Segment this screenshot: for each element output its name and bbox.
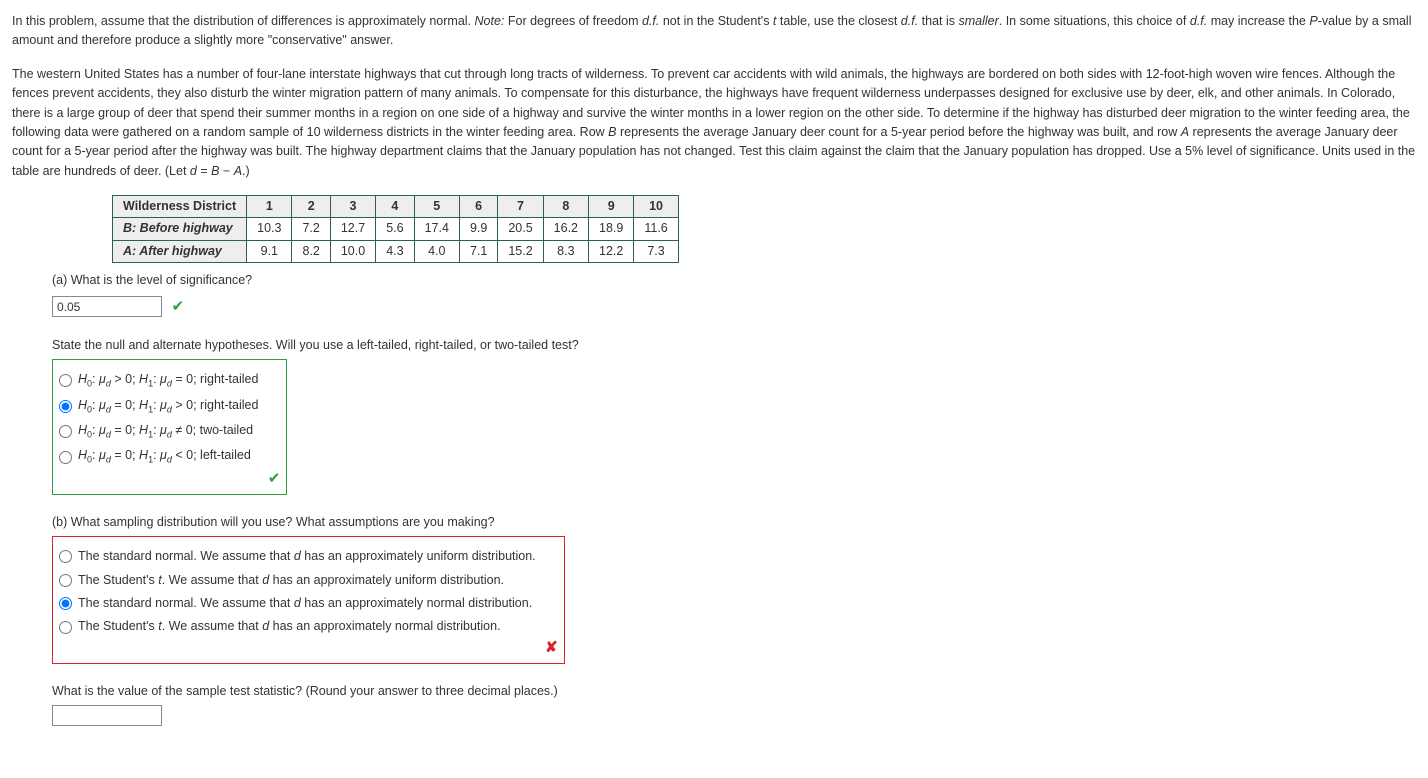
hypo-option-2[interactable]: H0: μd = 0; H1: μd > 0; right-tailed: [59, 396, 258, 417]
col-header: 7: [498, 196, 543, 218]
intro-paragraph-2: The western United States has a number o…: [12, 65, 1416, 181]
cell: 18.9: [589, 218, 634, 240]
row-header-after: A: After highway: [113, 240, 247, 262]
text: For degrees of freedom: [504, 14, 642, 28]
hypo-option-1[interactable]: H0: μd > 0; H1: μd = 0; right-tailed: [59, 370, 258, 391]
cell: 7.1: [459, 240, 497, 262]
hypothesis-question-text: State the null and alternate hypotheses.…: [52, 336, 1416, 355]
cell: 9.9: [459, 218, 497, 240]
table-corner-header: Wilderness District: [113, 196, 247, 218]
col-header: 5: [414, 196, 459, 218]
a-italic: A: [234, 164, 242, 178]
cell: 5.6: [376, 218, 414, 240]
distribution-options: The standard normal. We assume that d ha…: [52, 536, 565, 664]
cell: 10.3: [247, 218, 292, 240]
df-italic: d.f.: [901, 14, 918, 28]
dist-option-4[interactable]: The Student's t. We assume that d has an…: [59, 617, 536, 636]
dist-option-1[interactable]: The standard normal. We assume that d ha…: [59, 547, 536, 566]
cell: 8.3: [543, 240, 588, 262]
df-italic: d.f.: [1190, 14, 1207, 28]
hypo-option-4[interactable]: H0: μd = 0; H1: μd < 0; left-tailed: [59, 446, 258, 467]
intro-paragraph-1: In this problem, assume that the distrib…: [12, 12, 1416, 51]
radio-hypo-4[interactable]: [59, 451, 72, 464]
table-row: A: After highway 9.1 8.2 10.0 4.3 4.0 7.…: [113, 240, 679, 262]
row-header-before: B: Before highway: [113, 218, 247, 240]
question-a: (a) What is the level of significance? 0…: [52, 271, 1416, 318]
text: not in the Student's: [659, 14, 773, 28]
cell: 4.0: [414, 240, 459, 262]
hypo-label-3: H0: μd = 0; H1: μd ≠ 0; two-tailed: [78, 421, 253, 442]
significance-input[interactable]: 0.05: [52, 296, 162, 317]
test-statistic-input[interactable]: [52, 705, 162, 726]
text: table, use the closest: [776, 14, 900, 28]
note-label: Note:: [475, 14, 505, 28]
question-b-text: (b) What sampling distribution will you …: [52, 513, 1416, 532]
text: represents the average January deer coun…: [617, 125, 1181, 139]
col-header: 3: [330, 196, 375, 218]
cell: 17.4: [414, 218, 459, 240]
question-hypotheses: State the null and alternate hypotheses.…: [52, 336, 1416, 495]
cell: 7.3: [634, 240, 678, 262]
question-a-text: (a) What is the level of significance?: [52, 271, 1416, 290]
hypo-option-3[interactable]: H0: μd = 0; H1: μd ≠ 0; two-tailed: [59, 421, 258, 442]
question-test-statistic: What is the value of the sample test sta…: [52, 682, 1416, 726]
radio-hypo-2[interactable]: [59, 400, 72, 413]
radio-dist-4[interactable]: [59, 621, 72, 634]
col-header: 8: [543, 196, 588, 218]
p-italic: P: [1309, 14, 1317, 28]
text: .): [242, 164, 250, 178]
hypo-label-1: H0: μd > 0; H1: μd = 0; right-tailed: [78, 370, 258, 391]
cell: 8.2: [292, 240, 330, 262]
dist-label-2: The Student's t. We assume that d has an…: [78, 571, 504, 590]
dist-label-3: The standard normal. We assume that d ha…: [78, 594, 532, 613]
hypo-label-4: H0: μd = 0; H1: μd < 0; left-tailed: [78, 446, 251, 467]
table-row: B: Before highway 10.3 7.2 12.7 5.6 17.4…: [113, 218, 679, 240]
text: −: [219, 164, 233, 178]
smaller-italic: smaller: [958, 14, 998, 28]
cell: 12.7: [330, 218, 375, 240]
col-header: 4: [376, 196, 414, 218]
dist-label-4: The Student's t. We assume that d has an…: [78, 617, 501, 636]
cell: 20.5: [498, 218, 543, 240]
data-table: Wilderness District 1 2 3 4 5 6 7 8 9 10…: [112, 195, 679, 263]
check-icon: ✔: [268, 467, 281, 490]
check-icon: ✔: [171, 298, 184, 315]
col-header: 1: [247, 196, 292, 218]
radio-hypo-3[interactable]: [59, 425, 72, 438]
text: that is: [918, 14, 958, 28]
test-statistic-text: What is the value of the sample test sta…: [52, 682, 1416, 701]
df-italic: d.f.: [642, 14, 659, 28]
dist-label-1: The standard normal. We assume that d ha…: [78, 547, 536, 566]
col-header: 10: [634, 196, 678, 218]
hypo-label-2: H0: μd = 0; H1: μd > 0; right-tailed: [78, 396, 258, 417]
text: may increase the: [1207, 14, 1309, 28]
radio-hypo-1[interactable]: [59, 374, 72, 387]
b-italic: B: [608, 125, 616, 139]
cell: 7.2: [292, 218, 330, 240]
col-header: 9: [589, 196, 634, 218]
cell: 12.2: [589, 240, 634, 262]
cell: 11.6: [634, 218, 678, 240]
d-italic: d: [190, 164, 197, 178]
cell: 16.2: [543, 218, 588, 240]
cell: 9.1: [247, 240, 292, 262]
text: . In some situations, this choice of: [999, 14, 1190, 28]
radio-dist-3[interactable]: [59, 597, 72, 610]
cell: 10.0: [330, 240, 375, 262]
text: =: [197, 164, 211, 178]
a-italic: A: [1181, 125, 1189, 139]
question-b: (b) What sampling distribution will you …: [52, 513, 1416, 664]
cell: 15.2: [498, 240, 543, 262]
x-icon: ✘: [545, 636, 558, 659]
hypothesis-options: H0: μd > 0; H1: μd = 0; right-tailed H0:…: [52, 359, 287, 495]
dist-option-2[interactable]: The Student's t. We assume that d has an…: [59, 571, 536, 590]
col-header: 6: [459, 196, 497, 218]
cell: 4.3: [376, 240, 414, 262]
dist-option-3[interactable]: The standard normal. We assume that d ha…: [59, 594, 536, 613]
problem-intro: In this problem, assume that the distrib…: [12, 12, 1416, 181]
radio-dist-2[interactable]: [59, 574, 72, 587]
radio-dist-1[interactable]: [59, 550, 72, 563]
col-header: 2: [292, 196, 330, 218]
text: In this problem, assume that the distrib…: [12, 14, 475, 28]
